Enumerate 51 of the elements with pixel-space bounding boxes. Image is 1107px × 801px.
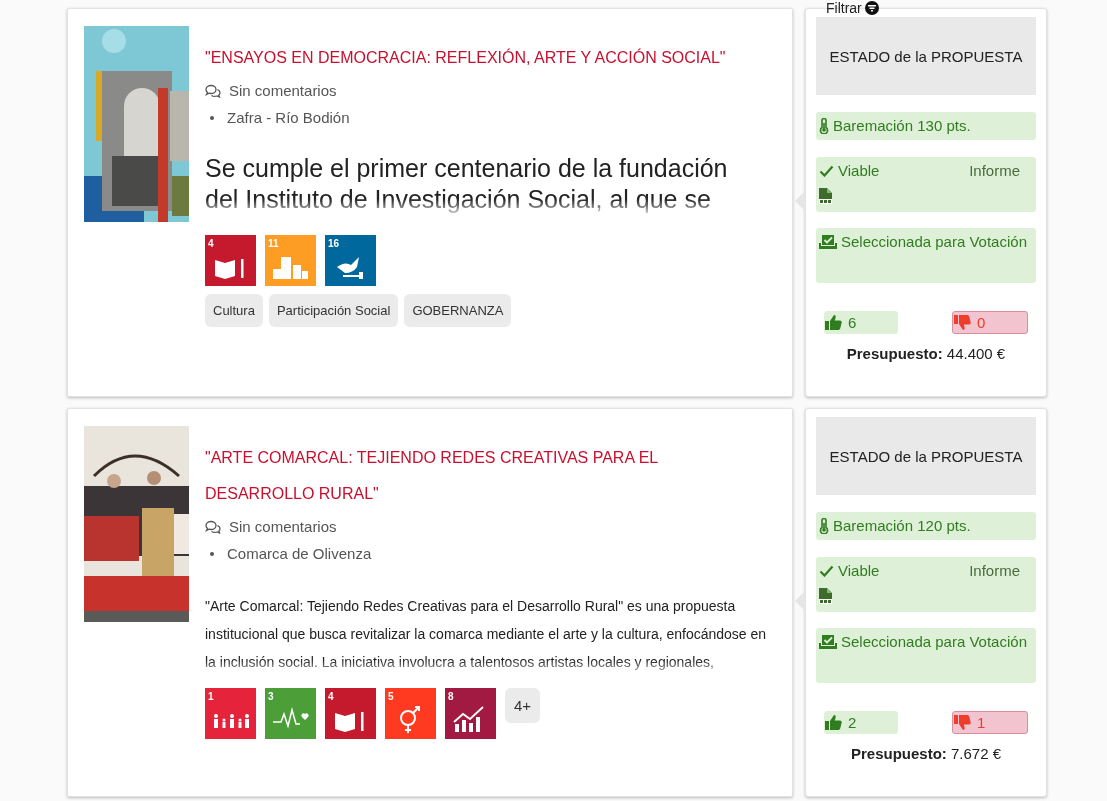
selection-badge: Seleccionada para Votación — [816, 228, 1036, 283]
tag-chip[interactable]: GOBERNANZA — [404, 294, 512, 327]
status-heading: ESTADO de la PROPUESTA — [816, 417, 1036, 495]
viability-badge: Viable Informe — [816, 557, 1036, 612]
goal-tile[interactable]: 4 — [325, 688, 376, 739]
thermometer-icon — [819, 118, 829, 134]
ballot-box-icon — [819, 234, 837, 249]
score-badge: Baremación 120 pts. — [816, 512, 1036, 540]
selection-badge: Seleccionada para Votación — [816, 628, 1036, 683]
bullet-icon — [210, 552, 214, 556]
ballot-box-icon — [819, 634, 837, 649]
thermometer-icon — [819, 518, 829, 534]
proposal-title-link[interactable]: "ENSAYOS EN DEMOCRACIA: REFLEXIÓN, ARTE Y ACCIÓN SOCIAL" — [205, 40, 770, 76]
comments-icon — [205, 84, 221, 98]
goal-tile[interactable]: 4 — [205, 235, 256, 286]
like-button[interactable]: 6 — [824, 311, 898, 334]
proposal-description: Se cumple el primer centenario de la fundación del Instituto de Investigación Social, al que se — [205, 153, 760, 215]
goal-tile[interactable]: 16 — [325, 235, 376, 286]
viability-badge: Viable Informe — [816, 157, 1036, 212]
location-label: Comarca de Olivenza — [227, 544, 372, 564]
report-link[interactable]: Informe — [969, 557, 1020, 585]
more-goals-button[interactable]: 4+ — [505, 688, 541, 723]
thumbs-down-icon — [954, 315, 971, 330]
goal-tile[interactable]: 1 — [205, 688, 256, 739]
status-heading: ESTADO de la PROPUESTA — [816, 17, 1036, 95]
comments-icon — [205, 520, 221, 534]
pdf-file-icon — [819, 188, 832, 204]
thumbs-down-icon — [954, 715, 971, 730]
thumbs-up-icon — [825, 715, 842, 730]
report-link[interactable]: Informe — [969, 157, 1020, 185]
goal-tile[interactable]: 5 — [385, 688, 436, 739]
like-button[interactable]: 2 — [824, 711, 898, 734]
tag-chip[interactable]: Cultura — [205, 294, 263, 327]
proposal-title-link[interactable]: "ARTE COMARCAL: TEJIENDO REDES CREATIVAS PARA EL DESARROLLO RURAL" — [205, 440, 770, 512]
pdf-file-icon — [819, 588, 832, 604]
check-icon — [819, 565, 834, 577]
proposal-description: "Arte Comarcal: Tejiendo Redes Creativas para el Desarrollo Rural" es una propuesta institucional que busca revitalizar la comarca mediante el arte y la cultura, enfocándose en la inclusión social. La iniciativa involucra a talentosos artistas locales y regionales, — [205, 592, 767, 676]
comments-count[interactable]: Sin comentarios — [229, 80, 337, 102]
location-label: Zafra - Río Bodión — [227, 108, 350, 128]
bullet-icon — [210, 116, 214, 120]
goal-tile[interactable]: 8 — [445, 688, 496, 739]
filter-icon[interactable] — [864, 1, 879, 15]
goal-tile[interactable]: 3 — [265, 688, 316, 739]
score-badge: Baremación 130 pts. — [816, 112, 1036, 140]
budget-label: Presupuesto: 44.400 € — [845, 345, 1007, 362]
comments-count[interactable]: Sin comentarios — [229, 516, 337, 538]
thumbs-up-icon — [825, 315, 842, 330]
budget-label: Presupuesto: 7.672 € — [849, 745, 1003, 762]
check-icon — [819, 165, 834, 177]
tag-chip[interactable]: Participación Social — [268, 294, 399, 327]
filter-button[interactable]: Filtrar — [826, 0, 862, 16]
